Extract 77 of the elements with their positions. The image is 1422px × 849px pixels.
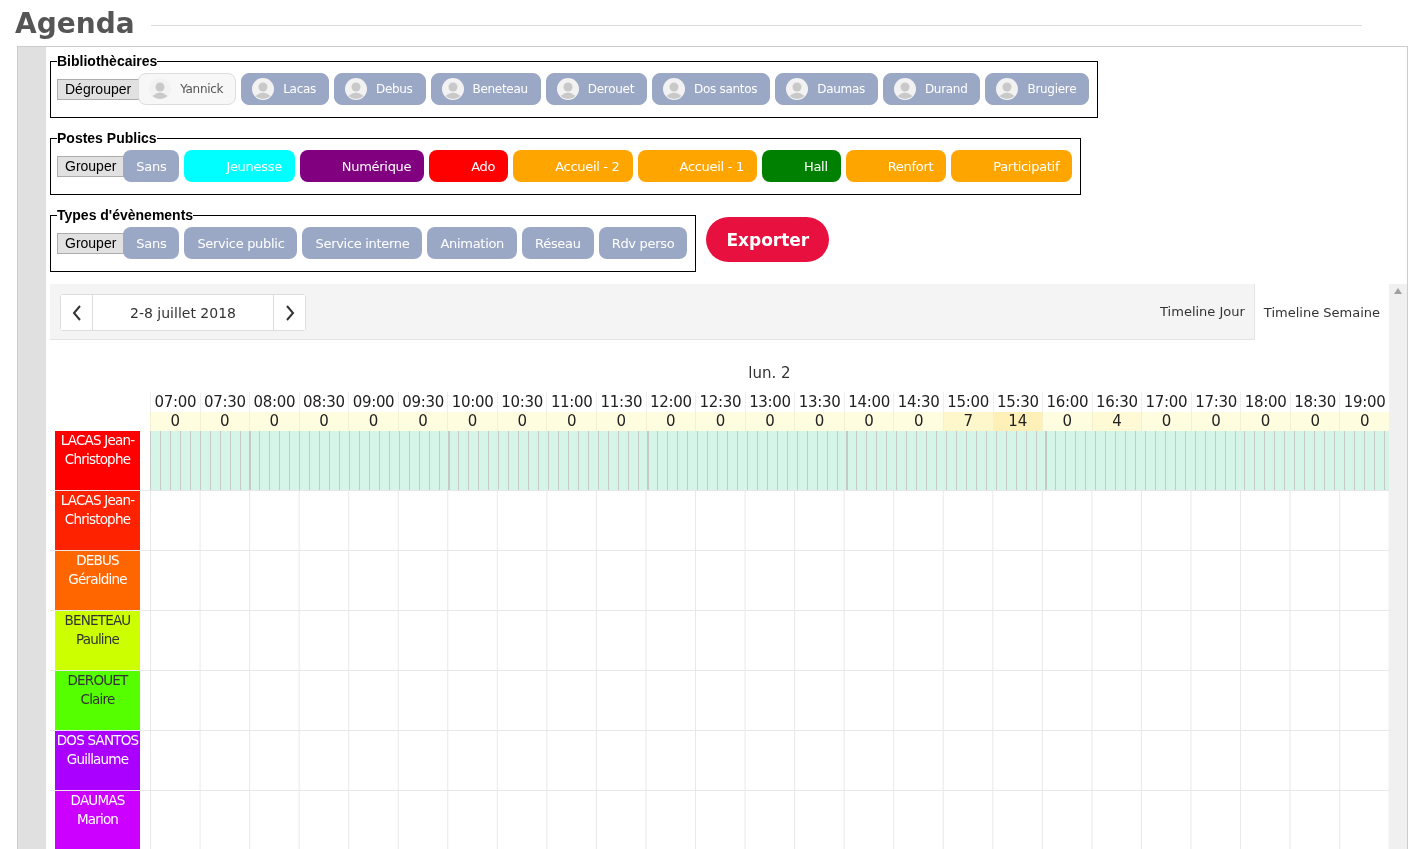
count-cell: 0 [596, 412, 646, 431]
event-type-chip[interactable]: Rdv perso [598, 227, 688, 259]
count-cell: 0 [249, 412, 299, 431]
post-chip[interactable]: Numérique [299, 150, 425, 182]
resource-label: DAUMAS Marion [55, 791, 140, 849]
count-cell: 0 [1339, 412, 1389, 431]
librarian-chip[interactable]: Derouet [545, 73, 648, 105]
chevron-left-icon [71, 304, 82, 321]
count-cell: 0 [199, 412, 250, 431]
view-tab[interactable]: Timeline Jour [1150, 284, 1254, 339]
post-chip[interactable]: Accueil - 2 [513, 150, 633, 182]
event-type-chip[interactable]: Sans [123, 227, 180, 259]
event-type-chip[interactable]: Service interne [302, 227, 423, 259]
avatar-icon [441, 78, 464, 100]
resource-label: DEBUS Géraldine [55, 551, 140, 610]
count-cell: 0 [1141, 412, 1191, 431]
post-chip[interactable]: Participatif [951, 150, 1073, 182]
group-legend: Bibliothècaires [57, 53, 158, 69]
count-cell: 0 [1042, 412, 1092, 431]
post-chip[interactable]: Sans [123, 150, 180, 182]
avatar-icon [996, 78, 1019, 100]
count-cell: 0 [150, 412, 200, 431]
post-chip[interactable]: Hall [761, 150, 841, 182]
day-header: lun. 2 [747, 363, 792, 384]
avatar-icon [893, 78, 916, 100]
librarian-chip[interactable]: Debus [333, 73, 426, 105]
count-cell: 0 [794, 412, 844, 431]
group-legend: Types d'évènements [57, 207, 194, 223]
count-cell: 0 [546, 412, 597, 431]
count-cell: 0 [298, 412, 349, 431]
group-button[interactable]: Grouper [57, 155, 125, 177]
librarian-chip[interactable]: Durand [882, 73, 981, 105]
avatar-icon [663, 78, 686, 100]
librarian-chip[interactable]: Lacas [241, 73, 329, 105]
librarian-chip[interactable]: Yannick [138, 73, 237, 105]
count-cell: 4 [1091, 412, 1142, 431]
post-chip[interactable]: Renfort [845, 150, 947, 182]
resource-label: BENETEAU Pauline [55, 611, 140, 670]
event-type-chip[interactable]: Service public [184, 227, 298, 259]
resource-label: DOS SANTOS Guillaume [55, 731, 140, 790]
count-cell: 0 [1289, 412, 1340, 431]
librarian-chip[interactable]: Daumas [775, 73, 878, 105]
resource-label: LACAS Jean-Christophe [55, 431, 140, 490]
chevron-right-icon [284, 304, 295, 321]
ungroup-button[interactable]: Dégrouper [57, 78, 140, 100]
count-cell: 0 [397, 412, 448, 431]
avatar-icon [556, 78, 579, 100]
librarian-chip[interactable]: Dos santos [652, 73, 771, 105]
count-cell: 0 [843, 412, 894, 431]
export-button[interactable]: Exporter [706, 217, 830, 262]
resource-label: DEROUET Claire [55, 671, 140, 730]
view-tab[interactable]: Timeline Semaine [1253, 284, 1389, 340]
count-cell: 0 [695, 412, 745, 431]
group-button[interactable]: Grouper [57, 232, 125, 254]
count-cell: 0 [744, 412, 795, 431]
resource-label: LACAS Jean-Christophe [55, 491, 140, 550]
count-cell: 0 [893, 412, 943, 431]
event-type-chip[interactable]: Réseau [522, 227, 594, 259]
count-cell: 0 [496, 412, 547, 431]
post-chip[interactable]: Ado [429, 150, 509, 182]
librarian-chip[interactable]: Brugiere [985, 73, 1090, 105]
count-cell: 0 [348, 412, 398, 431]
count-cell: 14 [992, 412, 1043, 431]
avatar-icon [344, 78, 367, 100]
post-chip[interactable]: Jeunesse [184, 150, 295, 182]
avatar-icon [786, 78, 809, 100]
count-cell: 0 [447, 412, 497, 431]
event-type-chip[interactable]: Animation [427, 227, 518, 259]
page-title: Agenda [15, 6, 135, 40]
librarian-chip[interactable]: Beneteau [430, 73, 541, 105]
count-cell: 7 [942, 412, 993, 431]
count-cell: 0 [1240, 412, 1290, 431]
count-cell: 0 [1190, 412, 1241, 431]
group-legend: Postes Publics [57, 130, 157, 146]
post-chip[interactable]: Accueil - 1 [637, 150, 757, 182]
avatar-icon [252, 78, 275, 100]
count-cell: 0 [645, 412, 696, 431]
